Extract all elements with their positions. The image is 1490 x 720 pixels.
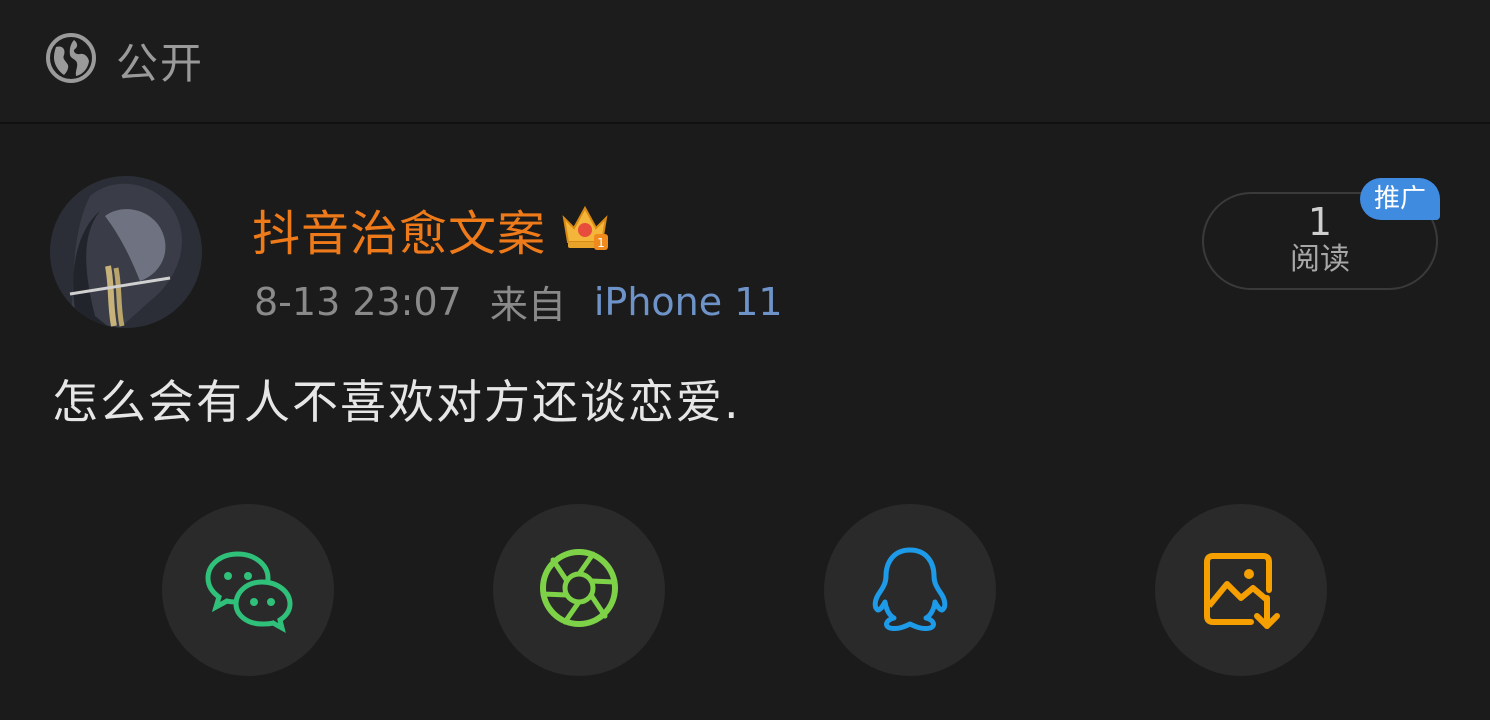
post-card: 抖音治愈文案 1 8-13 23:07 来自 iPhone 11 1 阅读 推广… xyxy=(0,124,1490,720)
post-text: 怎么会有人不喜欢对方还谈恋爱. xyxy=(52,375,741,429)
visibility-label: 公开 xyxy=(116,38,205,88)
crown-icon: 1 xyxy=(546,200,612,258)
promo-badge[interactable]: 推广 xyxy=(1360,178,1440,220)
moments-icon xyxy=(531,540,627,640)
share-moments-button[interactable] xyxy=(493,504,665,676)
globe-icon xyxy=(44,31,98,89)
from-label: 来自 xyxy=(489,283,566,327)
author-name[interactable]: 抖音治愈文案 xyxy=(252,194,546,264)
visibility-selector[interactable]: 公开 xyxy=(44,30,204,90)
share-wechat-button[interactable] xyxy=(162,504,334,676)
post-meta: 8-13 23:07 来自 iPhone 11 xyxy=(254,274,783,329)
top-bar: 公开 xyxy=(0,0,1490,124)
post-timestamp: 8-13 23:07 xyxy=(254,279,462,324)
read-label: 阅读 xyxy=(1290,242,1350,277)
share-qq-button[interactable] xyxy=(824,504,996,676)
save-image-button[interactable] xyxy=(1155,504,1327,676)
avatar[interactable] xyxy=(50,176,202,328)
qq-icon xyxy=(862,540,958,640)
svg-text:1: 1 xyxy=(597,236,605,250)
author-row: 抖音治愈文案 1 xyxy=(252,194,612,264)
save-image-icon xyxy=(1193,540,1289,640)
share-row xyxy=(0,504,1490,676)
wechat-icon xyxy=(200,540,296,640)
device-link[interactable]: iPhone 11 xyxy=(594,280,783,324)
